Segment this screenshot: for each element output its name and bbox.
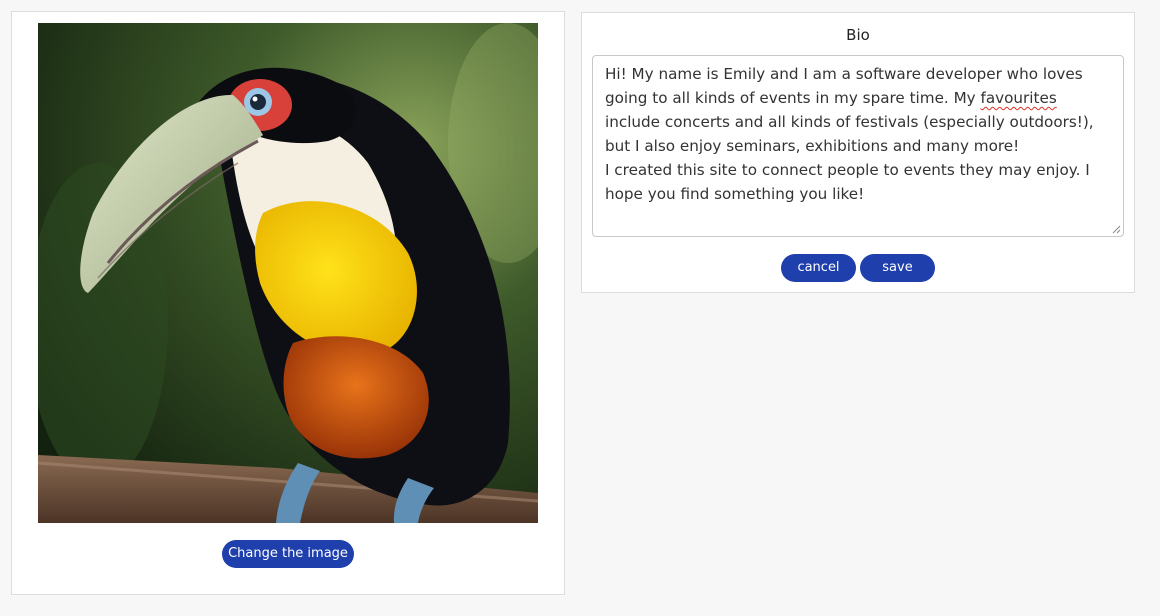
cancel-button[interactable]: cancel: [781, 254, 856, 282]
change-image-button[interactable]: Change the image: [222, 540, 354, 568]
bio-card: Bio Hi! My name is Emily and I am a soft…: [581, 12, 1135, 293]
save-button[interactable]: save: [860, 254, 935, 282]
profile-page: Change the image Bio Hi! My name is Emil…: [0, 0, 1160, 616]
bio-textarea[interactable]: Hi! My name is Emily and I am a software…: [592, 55, 1124, 237]
misspelled-word: favourites: [980, 89, 1057, 107]
profile-image-card: Change the image: [11, 11, 565, 595]
bio-title: Bio: [846, 26, 870, 44]
resize-grip-icon[interactable]: [1112, 225, 1121, 234]
profile-photo: [38, 23, 538, 523]
